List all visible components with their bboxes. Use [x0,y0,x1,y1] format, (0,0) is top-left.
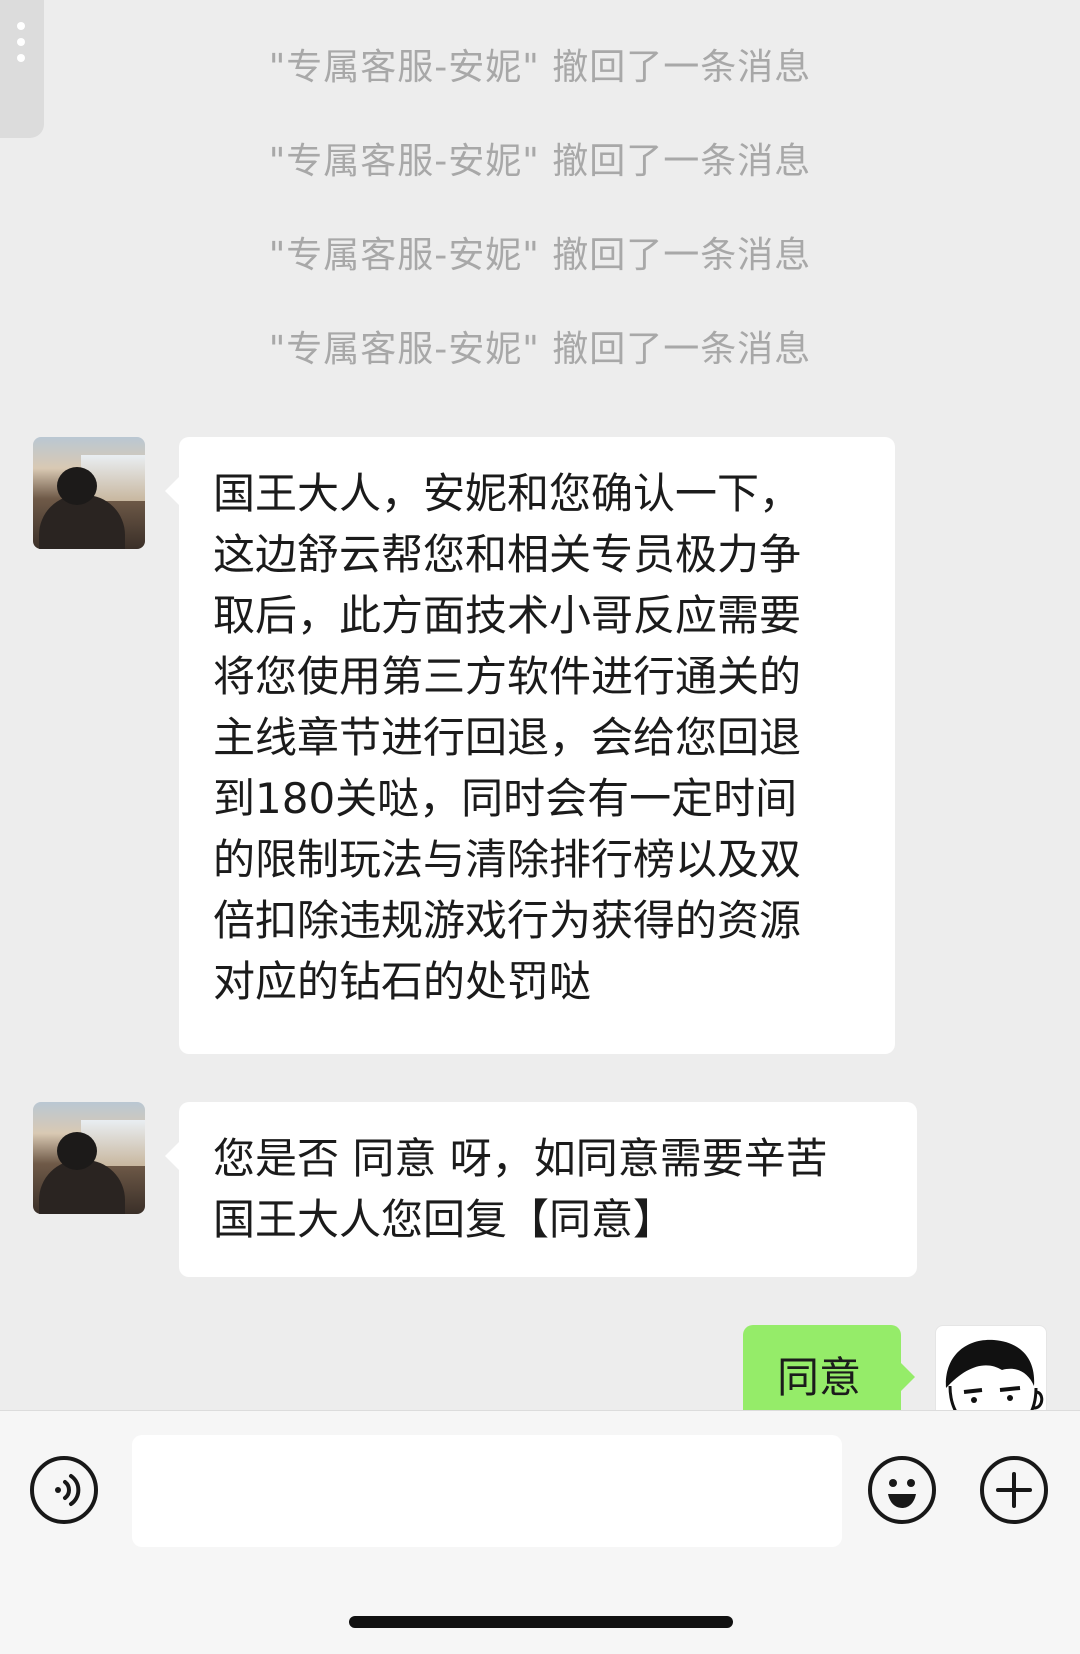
recall-notice: "专属客服-安妮" 撤回了一条消息 [268,235,812,276]
recall-notice: "专属客服-安妮" 撤回了一条消息 [268,329,812,370]
agent-avatar[interactable] [33,1102,145,1214]
agent-message-bubble[interactable]: 国王大人，安妮和您确认一下， 这边舒云帮您和相关专员极力争 取后，此方面技术小哥… [165,437,895,1054]
message-line: 倍扣除违规游戏行为获得的资源 [213,896,802,945]
message-line: 您是否 同意 呀，如同意需要辛苦 [213,1134,828,1183]
my-message-bubble[interactable]: 同意 [743,1325,915,1410]
message-input[interactable] [132,1435,842,1547]
recall-notice: "专属客服-安妮" 撤回了一条消息 [268,141,812,182]
message-line: 这边舒云帮您和相关专员极力争 [213,530,802,579]
home-indicator[interactable] [349,1616,733,1628]
message-line: 将您使用第三方软件进行通关的 [213,652,802,701]
message-line: 对应的钻石的处罚哒 [213,957,592,1006]
chat-area[interactable]: "专属客服-安妮" 撤回了一条消息 "专属客服-安妮" 撤回了一条消息 "专属客… [0,0,1080,1410]
input-toolbar [0,1410,1080,1654]
user-avatar[interactable] [935,1325,1047,1410]
emoji-button[interactable] [868,1456,936,1524]
add-button[interactable] [980,1456,1048,1524]
message-line: 到180关哒，同时会有一定时间 [213,774,798,823]
message-line: 的限制玩法与清除排行榜以及双 [213,835,802,884]
cartoon-face-icon [945,1339,1044,1410]
message-line: 国王大人您回复【同意】 [213,1195,676,1244]
voice-button[interactable] [30,1456,98,1524]
plus-icon [996,1472,1032,1508]
emoji-icon [888,1479,916,1508]
message-line: 取后，此方面技术小哥反应需要 [213,591,802,640]
agent-message-bubble[interactable]: 您是否 同意 呀，如同意需要辛苦 国王大人您回复【同意】 [165,1102,917,1277]
message-text: 同意 [777,1353,862,1402]
message-line: 国王大人，安妮和您确认一下， [213,469,802,518]
message-line: 主线章节进行回退，会给您回退 [213,713,802,762]
recall-notice: "专属客服-安妮" 撤回了一条消息 [268,47,812,88]
agent-avatar[interactable] [33,437,145,549]
voice-icon [55,1474,81,1506]
